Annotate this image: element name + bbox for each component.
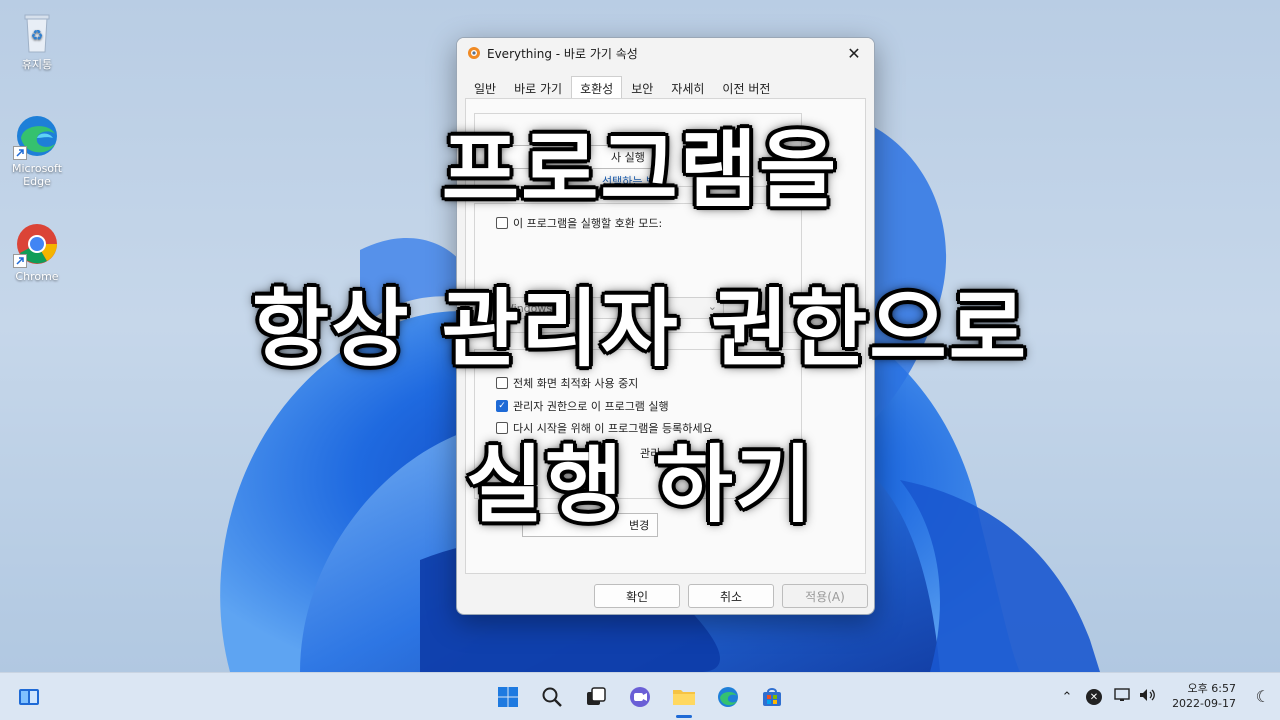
svg-text:♻: ♻	[31, 28, 44, 44]
active-app-indicator	[676, 715, 692, 718]
dialog-titlebar[interactable]: Everything - 바로 가기 속성 ✕	[457, 38, 874, 68]
system-tray: ⌃ ✕	[1058, 673, 1156, 720]
chat-icon[interactable]	[625, 682, 655, 712]
run-as-admin-label: 관리자 권한으로 이 프로그램 실행	[513, 400, 669, 413]
clock[interactable]: 오후 6:57 2022-09-17	[1172, 681, 1236, 711]
caption-line-3: 실행 하기	[465, 436, 815, 534]
edge-icon[interactable]	[713, 682, 743, 712]
notification-moon-icon[interactable]: ☾	[1256, 687, 1270, 706]
clock-date: 2022-09-17	[1172, 697, 1236, 710]
run-as-admin-checkbox[interactable]: ✓	[496, 400, 508, 412]
close-icon[interactable]: ✕	[834, 38, 874, 68]
chevron-up-icon[interactable]: ⌃	[1058, 690, 1076, 705]
start-icon[interactable]	[493, 682, 523, 712]
volume-icon[interactable]	[1138, 687, 1156, 707]
run-as-admin-row[interactable]: ✓ 관리자 권한으로 이 프로그램 실행	[496, 398, 669, 414]
notification-close-icon[interactable]: ✕	[1086, 689, 1102, 705]
caption-line-2: 항상 관리자 권한으로	[251, 280, 1028, 378]
desktop-icon-label: 휴지통	[21, 58, 53, 71]
everything-app-icon	[468, 47, 480, 59]
chrome-icon	[13, 220, 61, 268]
cancel-button[interactable]: 취소	[688, 584, 774, 608]
tab-compatibility[interactable]: 호환성	[571, 76, 623, 100]
store-icon[interactable]	[757, 682, 787, 712]
desktop-icon-recycle-bin[interactable]: ♻ 휴지통	[1, 8, 73, 71]
ok-button[interactable]: 확인	[594, 584, 680, 608]
taskbar: ⌃ ✕ 오후 6:57 2022-09-17 ☾	[0, 672, 1280, 720]
caption-line-1: 프로그램을	[441, 121, 839, 219]
task-view-icon[interactable]	[581, 682, 611, 712]
apply-button[interactable]: 적용(A)	[782, 584, 868, 608]
dialog-title: Everything - 바로 가기 속성	[487, 46, 638, 61]
file-explorer-icon[interactable]	[669, 682, 699, 712]
clock-time: 오후 6:57	[1187, 682, 1236, 695]
search-icon[interactable]	[537, 682, 567, 712]
network-icon[interactable]	[1114, 687, 1132, 707]
widgets-icon[interactable]	[14, 682, 44, 712]
recycle-bin-icon: ♻	[13, 8, 61, 56]
